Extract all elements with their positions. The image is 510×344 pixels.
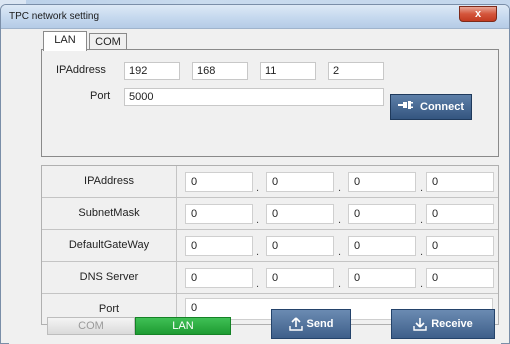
settings-row-gateway: DefaultGateWay 0 . 0 . 0 . 0 — [42, 230, 498, 262]
gateway-cell-4[interactable]: 0 — [426, 236, 494, 256]
row-label-ip: IPAddress — [42, 166, 177, 197]
tab-lan[interactable]: LAN — [43, 31, 87, 51]
dns-cell-1[interactable]: 0 — [185, 268, 253, 288]
send-button[interactable]: Send — [271, 309, 351, 339]
port-label: Port — [90, 90, 111, 102]
network-setting-window: TPC network setting x LAN COM IPAddress … — [0, 4, 510, 344]
gateway-cell-2[interactable]: 0 — [266, 236, 334, 256]
separator-dot: . — [338, 278, 342, 290]
ip-cell-4[interactable]: 0 — [426, 172, 494, 192]
upload-icon — [288, 317, 303, 331]
separator-dot: . — [420, 182, 424, 194]
dns-cell-4[interactable]: 0 — [426, 268, 494, 288]
ip-cell-2[interactable]: 0 — [266, 172, 334, 192]
close-button[interactable]: x — [459, 6, 497, 22]
gateway-cell-1[interactable]: 0 — [185, 236, 253, 256]
receive-label: Receive — [431, 318, 473, 330]
ip-octet-3-field[interactable]: 11 — [260, 62, 316, 80]
network-settings-grid: IPAddress 0 . 0 . 0 . 0 SubnetMask 0 . 0… — [41, 165, 499, 325]
separator-dot: . — [338, 182, 342, 194]
ip-octet-4-field[interactable]: 2 — [328, 62, 384, 80]
download-icon — [413, 318, 427, 331]
settings-row-subnet: SubnetMask 0 . 0 . 0 . 0 — [42, 198, 498, 230]
settings-row-ip: IPAddress 0 . 0 . 0 . 0 — [42, 166, 498, 198]
row-label-dns: DNS Server — [42, 262, 177, 293]
subnet-cell-2[interactable]: 0 — [266, 204, 334, 224]
receive-button[interactable]: Receive — [391, 309, 495, 339]
dns-cell-2[interactable]: 0 — [266, 268, 334, 288]
ip-address-label: IPAddress — [56, 64, 106, 76]
gateway-cell-3[interactable]: 0 — [348, 236, 416, 256]
dns-cell-3[interactable]: 0 — [348, 268, 416, 288]
separator-dot: . — [420, 214, 424, 226]
settings-row-dns: DNS Server 0 . 0 . 0 . 0 — [42, 262, 498, 294]
send-label: Send — [306, 318, 334, 330]
ip-cell-3[interactable]: 0 — [348, 172, 416, 192]
ip-cell-1[interactable]: 0 — [185, 172, 253, 192]
subnet-cell-1[interactable]: 0 — [185, 204, 253, 224]
separator-dot: . — [338, 246, 342, 258]
ip-octet-2-field[interactable]: 168 — [192, 62, 248, 80]
separator-dot: . — [338, 214, 342, 226]
row-label-gateway: DefaultGateWay — [42, 230, 177, 261]
title-bar[interactable]: TPC network setting x — [1, 5, 509, 29]
separator-dot: . — [420, 278, 424, 290]
separator-dot: . — [256, 182, 260, 194]
separator-dot: . — [256, 246, 260, 258]
tab-com[interactable]: COM — [89, 33, 127, 49]
port-field[interactable]: 5000 — [124, 88, 384, 106]
mode-lan-button[interactable]: LAN — [135, 317, 231, 335]
row-label-subnet: SubnetMask — [42, 198, 177, 229]
ip-octet-1-field[interactable]: 192 — [124, 62, 180, 80]
plug-icon — [398, 95, 416, 119]
separator-dot: . — [256, 278, 260, 290]
subnet-cell-4[interactable]: 0 — [426, 204, 494, 224]
connect-label: Connect — [420, 101, 464, 113]
window-title: TPC network setting — [9, 11, 100, 22]
mode-com-button[interactable]: COM — [47, 317, 135, 335]
separator-dot: . — [256, 214, 260, 226]
subnet-cell-3[interactable]: 0 — [348, 204, 416, 224]
connect-button[interactable]: Connect — [390, 94, 472, 120]
client-area: LAN COM IPAddress 192 168 11 2 Port 5000… — [9, 31, 501, 344]
separator-dot: . — [420, 246, 424, 258]
